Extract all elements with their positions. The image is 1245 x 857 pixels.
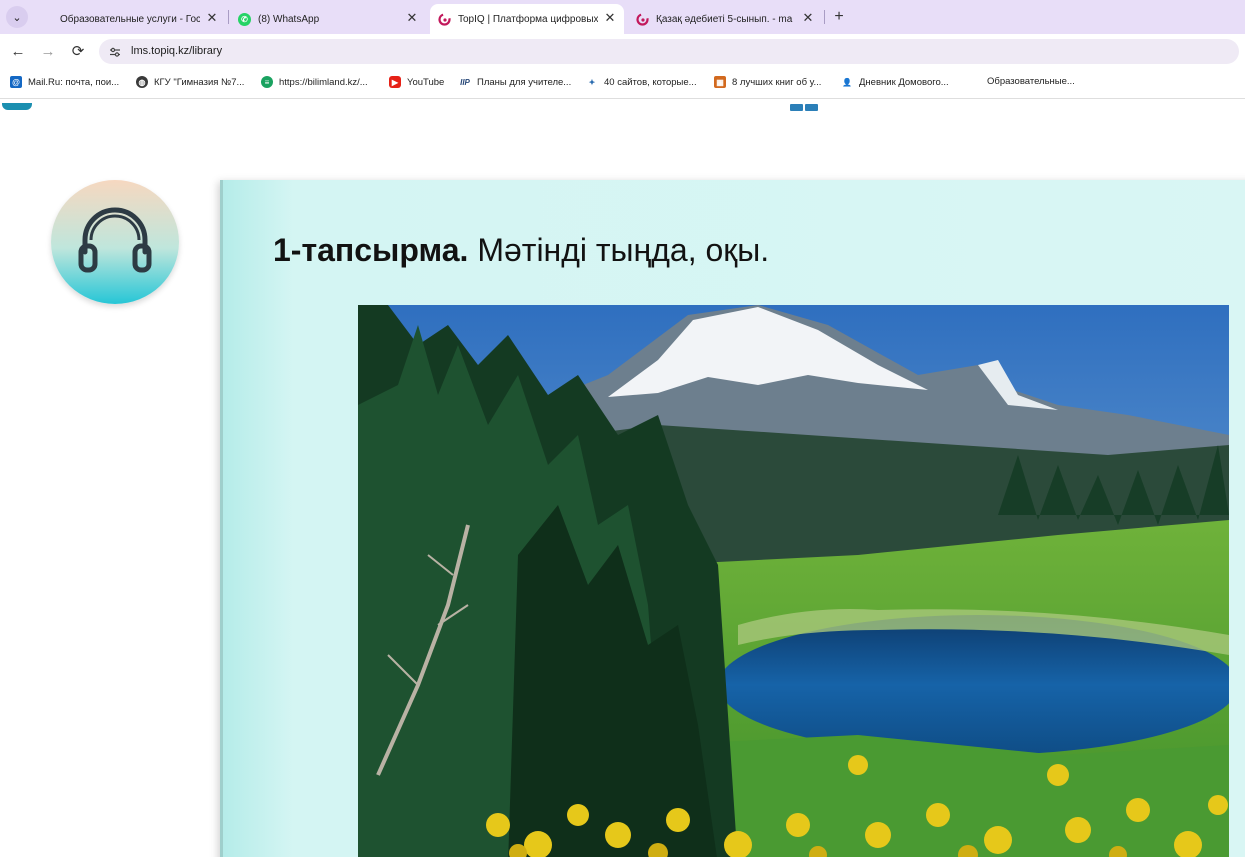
browser-toolbar: ← → ⟳ lms.topiq.kz/library bbox=[0, 34, 1245, 68]
tab-topiq[interactable]: TopIQ | Платформа цифровых ✕ bbox=[430, 4, 624, 34]
tab-title: (8) WhatsApp bbox=[258, 13, 320, 25]
bookmark-bilimland[interactable]: ≡ https://bilimland.kz/... bbox=[261, 76, 368, 88]
tab-separator bbox=[824, 10, 825, 24]
forward-arrow-icon[interactable]: → bbox=[38, 41, 58, 61]
back-arrow-icon[interactable]: ← bbox=[8, 41, 28, 61]
bookmarks-bar: @ Mail.Ru: почта, пои... ◍ КГУ "Гимназия… bbox=[0, 68, 1245, 99]
topiq-icon bbox=[636, 12, 649, 26]
address-bar[interactable]: lms.topiq.kz/library bbox=[99, 39, 1239, 64]
new-tab-button[interactable]: + bbox=[829, 7, 849, 27]
tab-search-button[interactable]: ⌄ bbox=[6, 6, 28, 28]
plans-icon: IIP bbox=[460, 77, 470, 87]
logo-tag bbox=[2, 103, 32, 110]
task-card: 1-тапсырма. Мәтінді тыңда, оқы. bbox=[220, 180, 1245, 857]
bookmark-youtube[interactable]: ▶ YouTube bbox=[389, 76, 444, 88]
site-settings-icon[interactable] bbox=[108, 45, 121, 58]
bookmark-40-sites[interactable]: ✦ 40 сайтов, которые... bbox=[586, 76, 697, 88]
tab-title: TopIQ | Платформа цифровых bbox=[458, 13, 598, 25]
tab-title: Қазақ әдебиеті 5-сынып. - ma bbox=[656, 13, 793, 25]
close-icon[interactable]: ✕ bbox=[800, 10, 816, 26]
bookmark-label: 40 сайтов, которые... bbox=[604, 76, 697, 88]
mini-icon[interactable] bbox=[790, 104, 803, 111]
person-icon: 👤 bbox=[842, 77, 852, 87]
toolbar-mini-icons bbox=[790, 104, 818, 111]
headphones-icon bbox=[78, 207, 152, 273]
bookmark-label: https://bilimland.kz/... bbox=[279, 76, 368, 88]
bookmark-label: YouTube bbox=[407, 76, 445, 88]
close-icon[interactable]: ✕ bbox=[602, 10, 618, 26]
tab-strip: ⌄ Образовательные услуги - Гос ✕ ✆ (8) W… bbox=[0, 0, 1245, 34]
topiq-icon bbox=[438, 12, 451, 26]
tab-title: Образовательные услуги - Гос bbox=[60, 13, 200, 25]
tab-separator bbox=[228, 10, 229, 24]
bookmark-label: Mail.Ru: почта, пои... bbox=[28, 76, 120, 88]
bookmark-label: Дневник Домового... bbox=[859, 76, 949, 88]
globe-icon: ◍ bbox=[136, 76, 148, 88]
gift-icon: ▦ bbox=[714, 76, 726, 88]
page-content: 1-тапсырма. Мәтінді тыңда, оқы. bbox=[0, 100, 1245, 857]
landscape-image bbox=[358, 305, 1229, 857]
audio-play-button[interactable] bbox=[51, 180, 179, 304]
reload-icon[interactable]: ⟳ bbox=[68, 41, 88, 61]
bookmark-8-books[interactable]: ▦ 8 лучших книг об у... bbox=[714, 76, 821, 88]
bookmark-label: КГУ "Гимназия №7... bbox=[154, 76, 245, 88]
bookmark-mailru[interactable]: @ Mail.Ru: почта, пои... bbox=[10, 76, 119, 88]
tab-gosuslugi[interactable]: Образовательные услуги - Гос ✕ bbox=[42, 4, 226, 34]
youtube-icon: ▶ bbox=[389, 76, 401, 88]
bookmark-label: Планы для учителе... bbox=[477, 76, 572, 88]
bookmark-label: 8 лучших книг об у... bbox=[732, 76, 822, 88]
tab-kazakh-literature[interactable]: Қазақ әдебиеті 5-сынып. - ma ✕ bbox=[628, 4, 822, 34]
close-icon[interactable]: ✕ bbox=[404, 10, 420, 26]
mini-icon[interactable] bbox=[805, 104, 818, 111]
bookmark-plans[interactable]: IIP Планы для учителе... bbox=[459, 76, 571, 88]
task-number: 1-тапсырма. bbox=[273, 232, 469, 268]
bookmark-dnevnik[interactable]: 👤 Дневник Домового... bbox=[841, 76, 949, 88]
bookmark-folder[interactable]: Образовательные... bbox=[987, 76, 1075, 87]
bilimland-icon: ≡ bbox=[261, 76, 273, 88]
url-text: lms.topiq.kz/library bbox=[131, 45, 223, 57]
task-instruction: Мәтінді тыңда, оқы. bbox=[468, 232, 770, 268]
bookmark-label: Образовательные... bbox=[987, 76, 1075, 87]
bookmark-gymnasium[interactable]: ◍ КГУ "Гимназия №7... bbox=[136, 76, 244, 88]
tab-whatsapp[interactable]: ✆ (8) WhatsApp ✕ bbox=[230, 4, 426, 34]
mailru-icon: @ bbox=[10, 76, 22, 88]
close-icon[interactable]: ✕ bbox=[204, 10, 220, 26]
sites-icon: ✦ bbox=[588, 77, 596, 87]
task-title: 1-тапсырма. Мәтінді тыңда, оқы. bbox=[273, 232, 769, 269]
whatsapp-icon: ✆ bbox=[238, 12, 251, 26]
